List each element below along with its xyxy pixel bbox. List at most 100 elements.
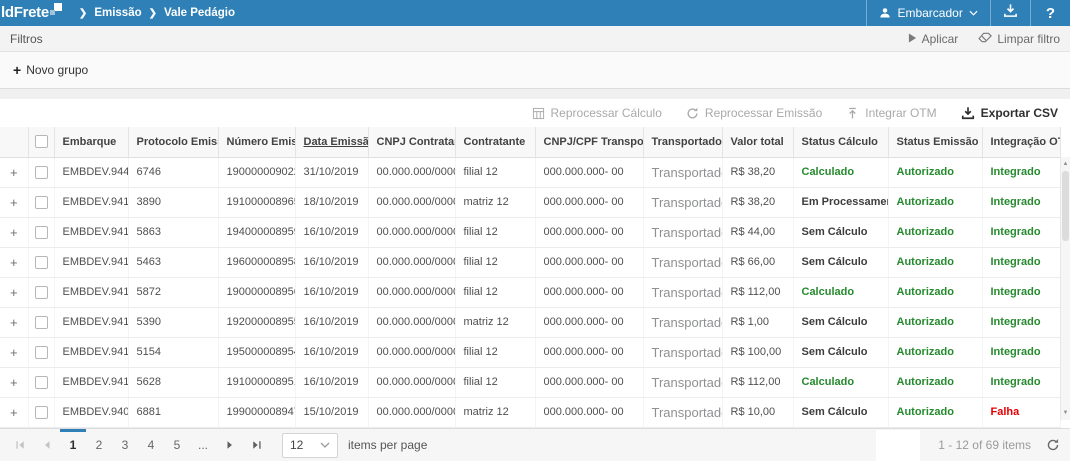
refresh-icon[interactable] bbox=[1046, 438, 1060, 452]
expand-column-header[interactable] bbox=[0, 127, 28, 157]
select-all-checkbox[interactable] bbox=[35, 135, 48, 148]
cnpj-contratante-cell: 00.000.000/0000-00 bbox=[368, 157, 455, 187]
row-checkbox[interactable] bbox=[35, 226, 48, 239]
integracao-otm-cell: Integrado bbox=[982, 367, 1060, 397]
vertical-scrollbar[interactable]: ▲ ▼ bbox=[1060, 157, 1070, 420]
reprocessar-c-lculo-button[interactable]: Reprocessar Cálculo bbox=[532, 106, 662, 120]
cnpj-transportador-cell: 000.000.000- 00 bbox=[535, 337, 643, 367]
column-header-numero[interactable]: Número Emissão bbox=[218, 127, 295, 157]
expand-row-button[interactable]: + bbox=[0, 337, 28, 367]
embarque-cell: EMBDEV.94120 bbox=[54, 367, 128, 397]
integrar-otm-button[interactable]: Integrar OTM bbox=[846, 106, 936, 120]
protocolo-cell: 5463 bbox=[128, 247, 218, 277]
status-calculo-cell: Sem Cálculo bbox=[793, 217, 888, 247]
scroll-down-icon[interactable]: ▼ bbox=[1061, 408, 1070, 418]
row-checkbox[interactable] bbox=[35, 346, 48, 359]
expand-row-button[interactable]: + bbox=[0, 367, 28, 397]
breadcrumb-emissao[interactable]: Emissão bbox=[94, 7, 141, 19]
column-header-cnpj-contratante[interactable]: CNPJ Contratante bbox=[368, 127, 455, 157]
expand-row-button[interactable]: + bbox=[0, 157, 28, 187]
valor-cell: R$ 38,20 bbox=[722, 157, 793, 187]
page-button-3[interactable]: 3 bbox=[112, 429, 138, 461]
expand-row-button[interactable]: + bbox=[0, 397, 28, 427]
embarque-cell: EMBDEV.94131 bbox=[54, 247, 128, 277]
apply-filter-button[interactable]: Aplicar bbox=[908, 32, 959, 46]
more-pages-button[interactable]: ... bbox=[190, 429, 216, 461]
contratante-cell: matriz 12 bbox=[455, 187, 535, 217]
app-root: ldFrete ❯ Emissão ❯ Vale Pedágio Embarca… bbox=[0, 0, 1070, 461]
row-checkbox[interactable] bbox=[35, 286, 48, 299]
export-csv-icon bbox=[961, 106, 975, 120]
numero-cell: 191000008951 bbox=[218, 367, 295, 397]
last-page-button[interactable] bbox=[243, 429, 270, 461]
expand-row-button[interactable]: + bbox=[0, 277, 28, 307]
select-all-header[interactable] bbox=[28, 127, 54, 157]
row-checkbox[interactable] bbox=[35, 196, 48, 209]
app-logo[interactable]: ldFrete bbox=[0, 1, 62, 25]
scroll-up-icon[interactable]: ▲ bbox=[1061, 159, 1070, 169]
column-header-status-calculo[interactable]: Status Cálculo bbox=[793, 127, 888, 157]
reprocessar-emiss-o-button[interactable]: Reprocessar Emissão bbox=[686, 106, 822, 120]
column-header-protocolo[interactable]: Protocolo Emissão bbox=[128, 127, 218, 157]
numero-cell: 194000008959 bbox=[218, 217, 295, 247]
status-emissao-cell: Autorizado bbox=[888, 307, 982, 337]
valor-cell: R$ 100,00 bbox=[722, 337, 793, 367]
status-calculo-cell: Calculado bbox=[793, 367, 888, 397]
integracao-otm-cell: Integrado bbox=[982, 187, 1060, 217]
next-page-button[interactable] bbox=[216, 429, 243, 461]
expand-row-button[interactable]: + bbox=[0, 217, 28, 247]
download-button[interactable] bbox=[990, 0, 1030, 26]
transportador-cell: Transportador bbox=[643, 157, 722, 187]
help-button[interactable]: ? bbox=[1030, 0, 1070, 26]
expand-row-button[interactable]: + bbox=[0, 187, 28, 217]
row-checkbox[interactable] bbox=[35, 406, 48, 419]
column-header-cnpj-transportador[interactable]: CNPJ/CPF Transportador bbox=[535, 127, 643, 157]
chevron-right-icon: ❯ bbox=[149, 8, 157, 19]
embarque-cell: EMBDEV.94130 bbox=[54, 337, 128, 367]
prev-page-button[interactable] bbox=[33, 429, 60, 461]
row-checkbox[interactable] bbox=[35, 166, 48, 179]
exportar-csv-button[interactable]: Exportar CSV bbox=[961, 106, 1058, 120]
status-emissao-cell: Autorizado bbox=[888, 367, 982, 397]
new-group-button[interactable]: + Novo grupo bbox=[13, 63, 88, 77]
expand-row-button[interactable]: + bbox=[0, 247, 28, 277]
row-checkbox[interactable] bbox=[35, 256, 48, 269]
page-button-4[interactable]: 4 bbox=[138, 429, 164, 461]
page-size-select[interactable]: 12 bbox=[282, 433, 338, 458]
numero-cell: 192000008955 bbox=[218, 307, 295, 337]
breadcrumb-vale-pedagio[interactable]: Vale Pedágio bbox=[164, 7, 235, 19]
first-page-button[interactable] bbox=[6, 429, 33, 461]
column-header-transportador[interactable]: Transportador bbox=[643, 127, 722, 157]
breadcrumb: ❯ Emissão ❯ Vale Pedágio bbox=[72, 7, 235, 19]
column-header-contratante[interactable]: Contratante bbox=[455, 127, 535, 157]
column-header-status-emissao[interactable]: Status Emissão bbox=[888, 127, 982, 157]
clear-filter-label: Limpar filtro bbox=[997, 32, 1060, 46]
chevron-down-icon bbox=[320, 442, 330, 448]
data-cell: 16/10/2019 bbox=[295, 307, 368, 337]
transportador-cell: Transportador bbox=[643, 337, 722, 367]
page-button-2[interactable]: 2 bbox=[86, 429, 112, 461]
topbar-actions: Embarcador ? bbox=[866, 0, 1070, 26]
valor-cell: R$ 10,00 bbox=[722, 397, 793, 427]
clear-filter-button[interactable]: Limpar filtro bbox=[978, 32, 1060, 46]
page-button-5[interactable]: 5 bbox=[164, 429, 190, 461]
table-header-row: EmbarqueProtocolo EmissãoNúmero EmissãoD… bbox=[0, 127, 1060, 157]
embarque-cell: EMBDEV.94131 bbox=[54, 307, 128, 337]
scrollbar-thumb[interactable] bbox=[1062, 171, 1069, 241]
top-navbar: ldFrete ❯ Emissão ❯ Vale Pedágio Embarca… bbox=[0, 0, 1070, 26]
protocolo-cell: 5390 bbox=[128, 307, 218, 337]
user-menu[interactable]: Embarcador bbox=[866, 0, 989, 26]
row-checkbox[interactable] bbox=[35, 316, 48, 329]
column-header-integracao-otm[interactable]: Integração OTM bbox=[982, 127, 1060, 157]
data-cell: 16/10/2019 bbox=[295, 337, 368, 367]
column-header-embarque[interactable]: Embarque bbox=[54, 127, 128, 157]
column-header-data[interactable]: Data Emissão↓ bbox=[295, 127, 368, 157]
grid-card: Reprocessar Cálculo Reprocessar Emissão In… bbox=[0, 99, 1070, 461]
transportador-cell: Transportador bbox=[643, 247, 722, 277]
valor-cell: R$ 1,00 bbox=[722, 307, 793, 337]
page-button-1[interactable]: 1 bbox=[60, 429, 86, 461]
status-emissao-cell: Autorizado bbox=[888, 217, 982, 247]
expand-row-button[interactable]: + bbox=[0, 307, 28, 337]
row-checkbox[interactable] bbox=[35, 376, 48, 389]
column-header-valor[interactable]: Valor total bbox=[722, 127, 793, 157]
